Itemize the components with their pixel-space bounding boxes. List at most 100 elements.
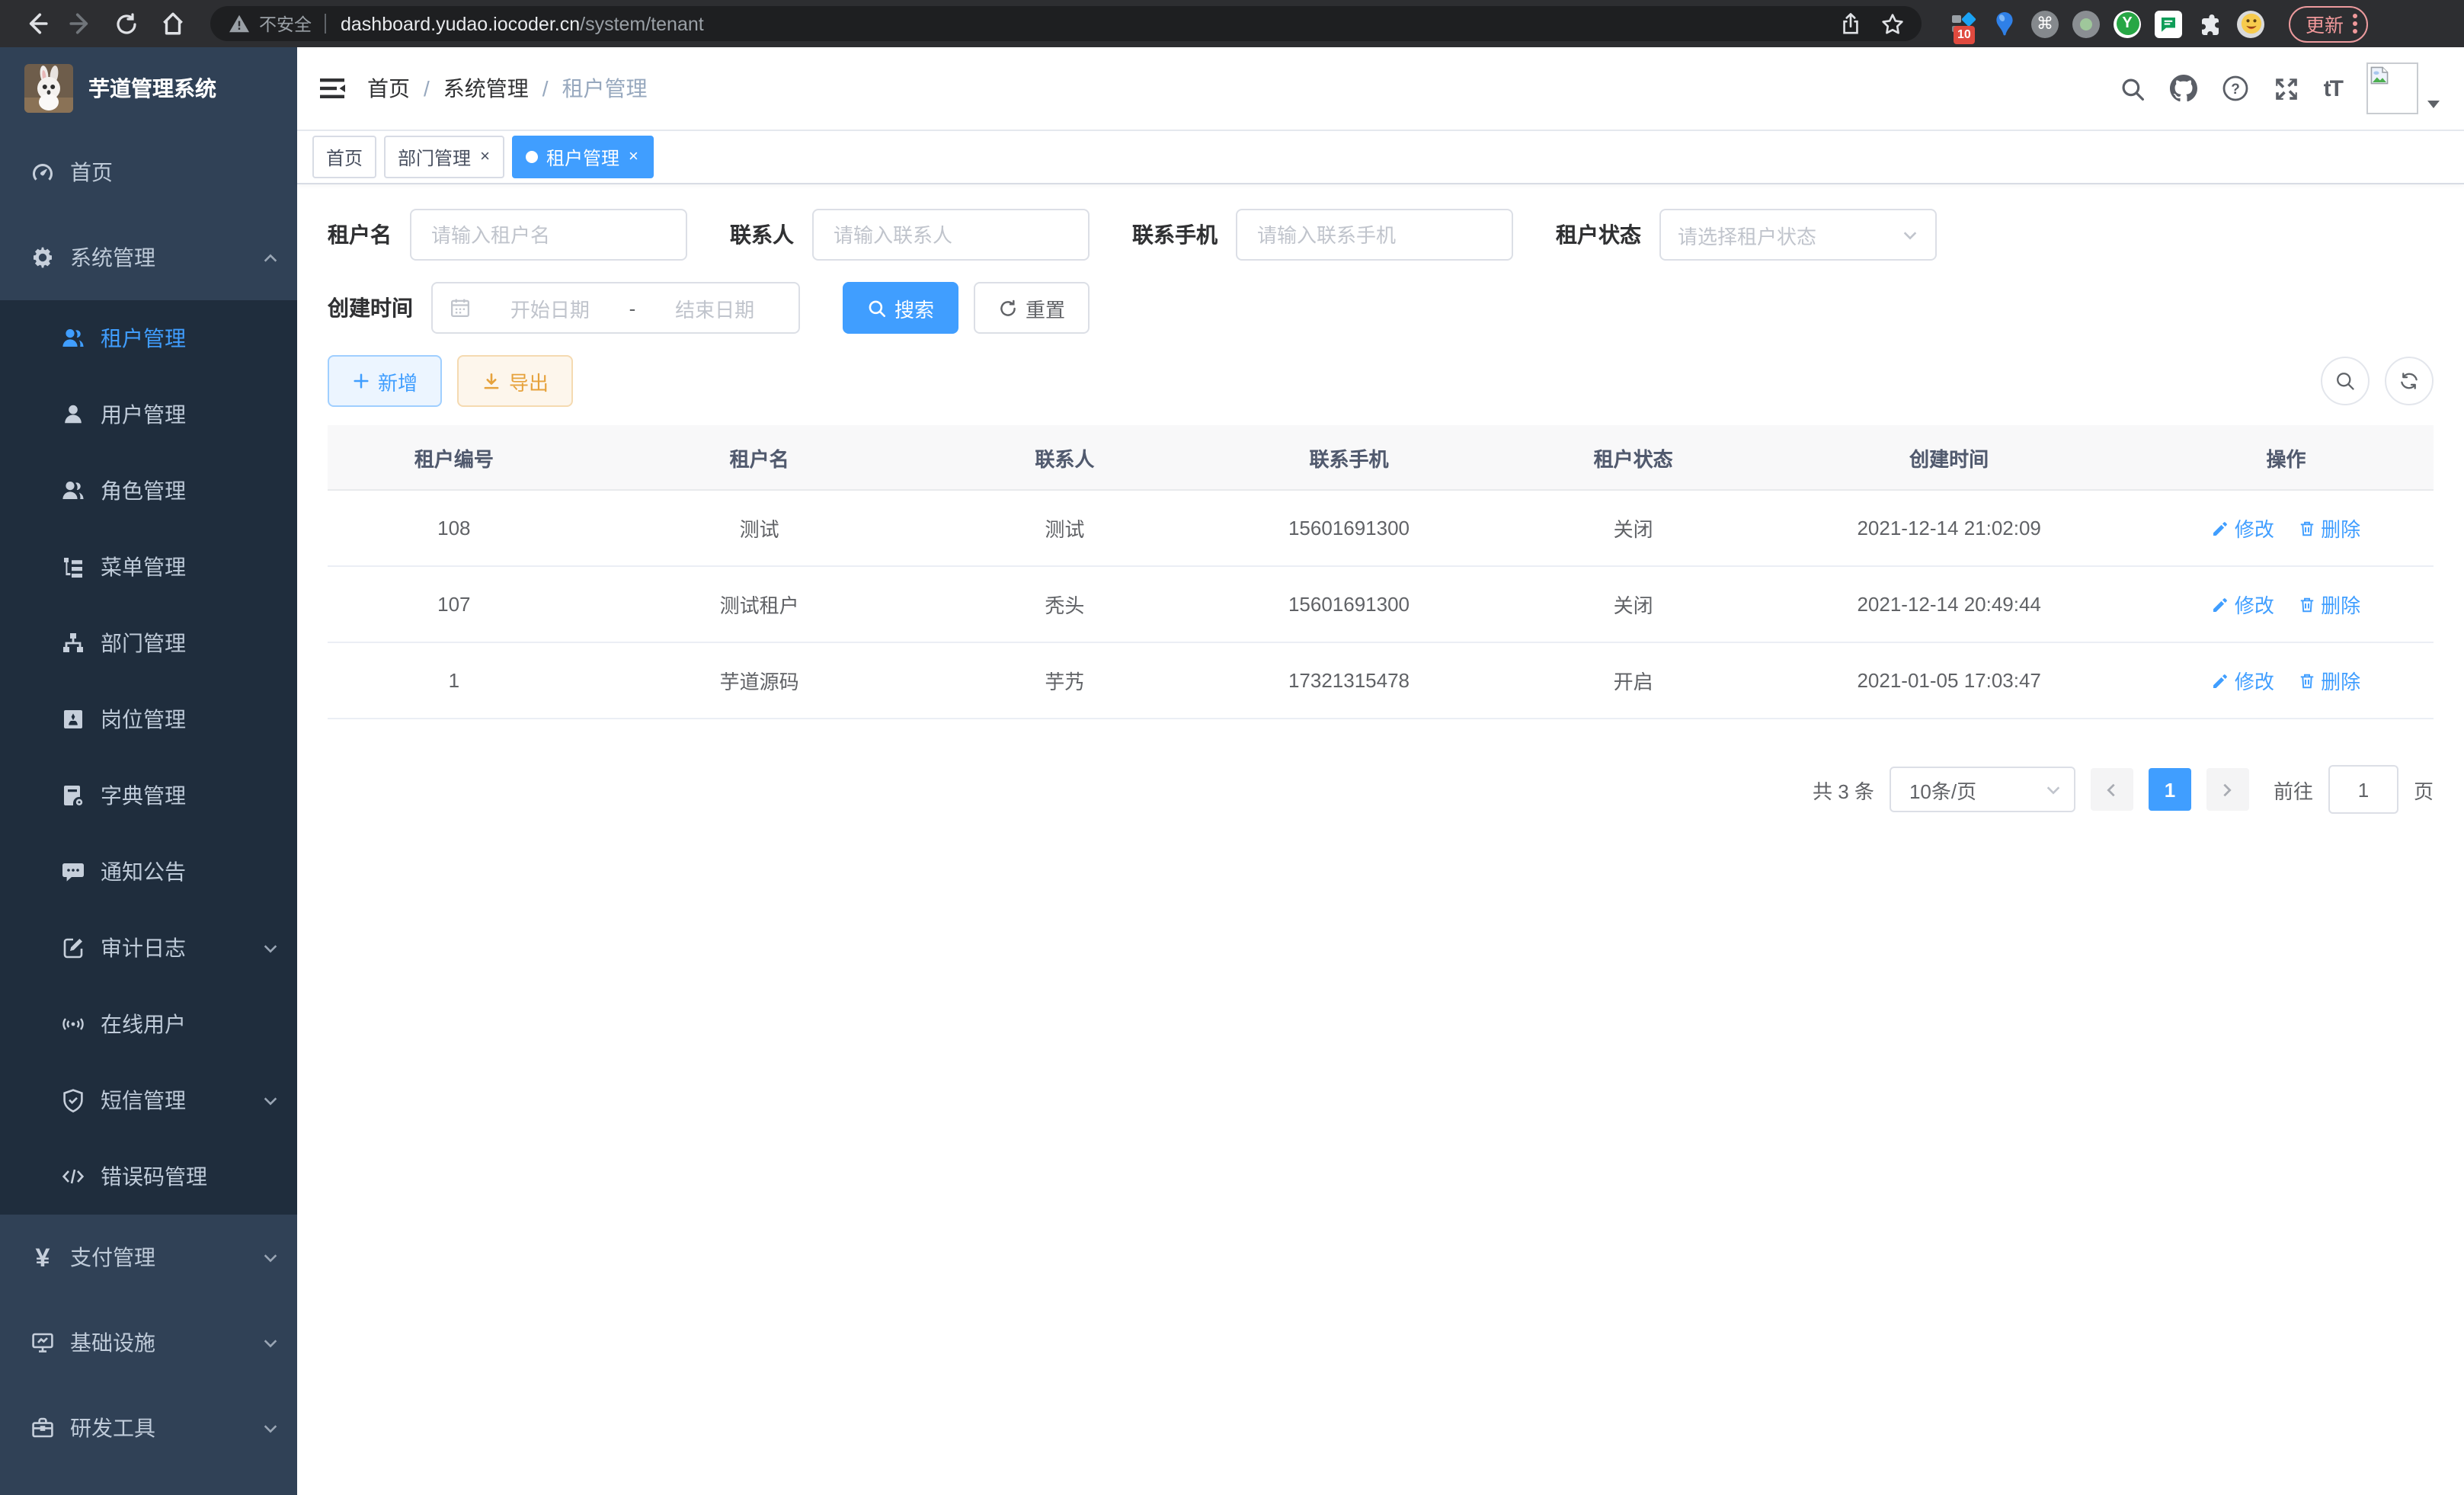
- sidebar-item-notice[interactable]: 通知公告: [0, 834, 297, 910]
- edit-link[interactable]: 修改: [2212, 590, 2274, 619]
- edit-link[interactable]: 修改: [2212, 666, 2274, 695]
- address-bar[interactable]: 不安全 dashboard.yudao.iocoder.cn/system/te…: [210, 6, 1922, 41]
- app-logo-row[interactable]: 芋道管理系统: [0, 47, 297, 130]
- date-range-picker[interactable]: 开始日期 - 结束日期: [431, 282, 800, 334]
- browser-home-button[interactable]: [152, 4, 192, 43]
- sidebar-item-dict[interactable]: 字典管理: [0, 757, 297, 834]
- next-page-button[interactable]: [2206, 768, 2249, 811]
- sidebar-item-online-users[interactable]: 在线用户: [0, 986, 297, 1062]
- browser-back-button[interactable]: [15, 4, 55, 43]
- contact-input[interactable]: [830, 222, 1071, 248]
- sidebar-item-dev-tools[interactable]: 研发工具: [0, 1385, 297, 1471]
- refresh-table-button[interactable]: [2385, 357, 2434, 405]
- close-tab-icon[interactable]: ×: [627, 147, 640, 167]
- extension-command-icon[interactable]: ⌘: [2031, 10, 2059, 37]
- fullscreen-icon[interactable]: [2274, 75, 2299, 101]
- url-text[interactable]: dashboard.yudao.iocoder.cn/system/tenant: [341, 13, 1830, 34]
- tab-tenant[interactable]: 租户管理 ×: [513, 136, 654, 178]
- signal-icon: [61, 1012, 85, 1036]
- edit-icon: [2212, 519, 2230, 537]
- edit-log-icon: [61, 936, 85, 960]
- breadcrumb-current: 租户管理: [562, 73, 648, 104]
- sidebar-item-home[interactable]: 首页: [0, 130, 297, 215]
- reset-button[interactable]: 重置: [974, 282, 1090, 334]
- bookmark-star-icon[interactable]: [1873, 4, 1912, 43]
- app-logo: [24, 64, 73, 113]
- prev-page-button[interactable]: [2091, 768, 2133, 811]
- monitor-icon: [30, 1330, 55, 1355]
- delete-link[interactable]: 删除: [2298, 666, 2360, 695]
- chevron-down-icon: [262, 940, 279, 956]
- export-button[interactable]: 导出: [457, 355, 573, 407]
- show-search-toggle-button[interactable]: [2321, 357, 2370, 405]
- sidebar-item-infra[interactable]: 基础设施: [0, 1300, 297, 1385]
- tenant-name-input-wrap: [410, 209, 687, 261]
- tenant-name-label: 租户名: [328, 219, 392, 250]
- browser-update-button[interactable]: 更新: [2289, 5, 2368, 42]
- page-number-button[interactable]: 1: [2149, 768, 2191, 811]
- page-size-select[interactable]: 10条/页: [1890, 767, 2075, 812]
- sidebar-item-user[interactable]: 用户管理: [0, 376, 297, 453]
- table-row: 107 测试租户 秃头 15601691300 关闭 2021-12-14 20…: [328, 566, 2434, 642]
- page-unit: 页: [2414, 775, 2434, 804]
- sidebar-item-dept[interactable]: 部门管理: [0, 605, 297, 681]
- toolbox-icon: [30, 1416, 55, 1440]
- col-created: 创建时间: [1759, 425, 2139, 490]
- github-icon[interactable]: [2170, 75, 2197, 102]
- yen-icon: ¥: [30, 1245, 55, 1269]
- shield-check-icon: [61, 1088, 85, 1112]
- extension-chat-icon[interactable]: [2155, 10, 2182, 37]
- browser-menu-icon[interactable]: [2353, 14, 2357, 34]
- extension-pin-icon[interactable]: [1990, 10, 2018, 37]
- gear-icon: [30, 245, 55, 270]
- dashboard-icon: [30, 160, 55, 184]
- browser-reload-button[interactable]: [107, 4, 146, 43]
- tab-home[interactable]: 首页: [312, 136, 376, 178]
- security-label[interactable]: 不安全: [259, 11, 312, 36]
- status-select[interactable]: 请选择租户状态: [1659, 209, 1937, 261]
- col-mobile: 联系手机: [1191, 425, 1507, 490]
- search-button[interactable]: 搜索: [843, 282, 958, 334]
- edit-link[interactable]: 修改: [2212, 514, 2274, 543]
- tags-view: 首页 部门管理 × 租户管理 ×: [297, 131, 2464, 184]
- profile-avatar-icon[interactable]: [2237, 10, 2264, 37]
- extension-workspaces-icon[interactable]: 10: [1949, 10, 1976, 37]
- mobile-input[interactable]: [1254, 222, 1495, 248]
- extensions-puzzle-icon[interactable]: [2196, 10, 2223, 37]
- sidebar-item-audit-log[interactable]: 审计日志: [0, 910, 297, 986]
- delete-link[interactable]: 删除: [2298, 514, 2360, 543]
- chevron-right-icon: [2219, 781, 2236, 798]
- header-search-icon[interactable]: [2120, 75, 2146, 101]
- sidebar-item-menu[interactable]: 菜单管理: [0, 529, 297, 605]
- user-menu[interactable]: [2366, 62, 2440, 114]
- delete-link[interactable]: 删除: [2298, 590, 2360, 619]
- active-tab-dot: [526, 151, 539, 163]
- sidebar-item-system[interactable]: 系统管理: [0, 215, 297, 300]
- tenant-name-input[interactable]: [428, 222, 669, 248]
- add-button[interactable]: 新增: [328, 355, 442, 407]
- close-tab-icon[interactable]: ×: [478, 147, 491, 167]
- extension-recorder-icon[interactable]: [2072, 10, 2100, 37]
- dict-book-icon: [61, 783, 85, 808]
- sidebar-item-post[interactable]: 岗位管理: [0, 681, 297, 757]
- sidebar-item-sms[interactable]: 短信管理: [0, 1062, 297, 1138]
- tab-dept[interactable]: 部门管理 ×: [384, 136, 505, 178]
- breadcrumb-home[interactable]: 首页: [367, 73, 410, 104]
- help-icon[interactable]: ?: [2222, 75, 2249, 102]
- sidebar-item-role[interactable]: 角色管理: [0, 453, 297, 529]
- browser-forward-button[interactable]: [61, 4, 101, 43]
- sidebar-item-error-code[interactable]: 错误码管理: [0, 1138, 297, 1215]
- url-divider: [324, 14, 325, 34]
- share-icon[interactable]: [1830, 4, 1870, 43]
- sidebar-item-pay[interactable]: ¥ 支付管理: [0, 1215, 297, 1300]
- sidebar-item-tenant[interactable]: 租户管理: [0, 300, 297, 376]
- font-size-icon[interactable]: tT: [2324, 75, 2342, 101]
- goto-page-input[interactable]: [2328, 765, 2398, 814]
- start-date-placeholder: 开始日期: [483, 293, 617, 322]
- sidebar-collapse-icon[interactable]: [318, 75, 346, 102]
- extension-yudao-icon[interactable]: Y: [2114, 10, 2141, 37]
- breadcrumb-system[interactable]: 系统管理: [443, 73, 529, 104]
- calendar-icon: [450, 297, 471, 319]
- breadcrumb: 首页 / 系统管理 / 租户管理: [367, 73, 648, 104]
- extension-badge: 10: [1954, 25, 1975, 43]
